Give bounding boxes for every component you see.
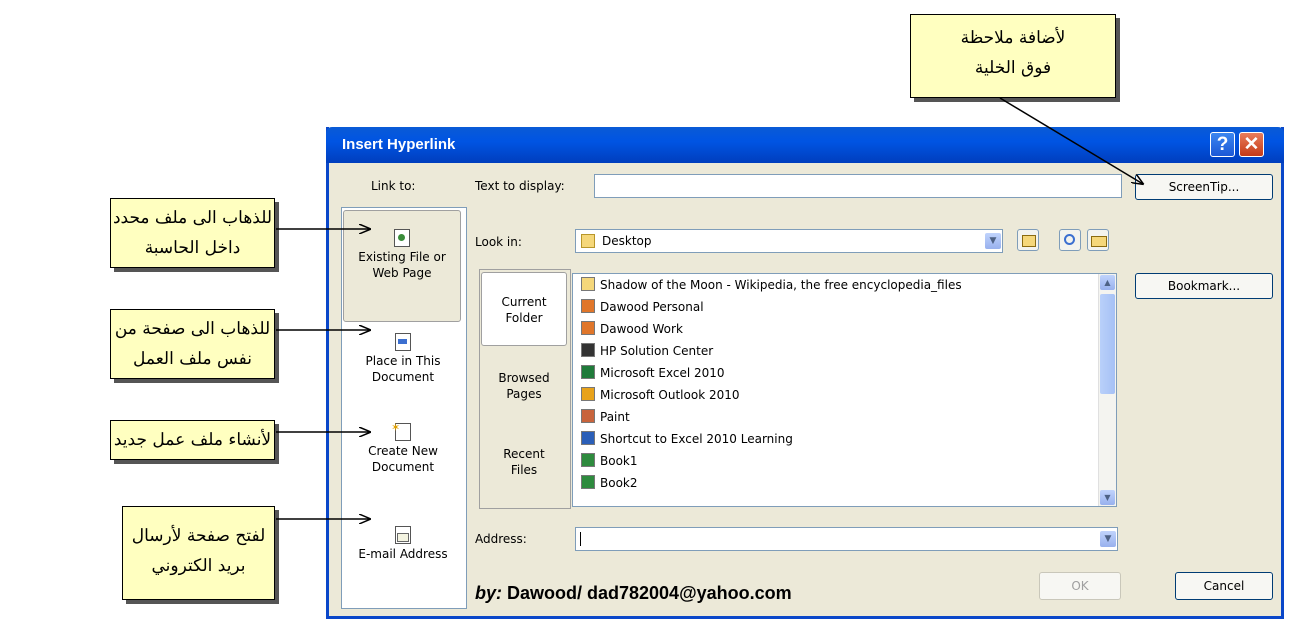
callout-arrows [276, 97, 1293, 622]
arrow-screentip [999, 97, 1143, 184]
